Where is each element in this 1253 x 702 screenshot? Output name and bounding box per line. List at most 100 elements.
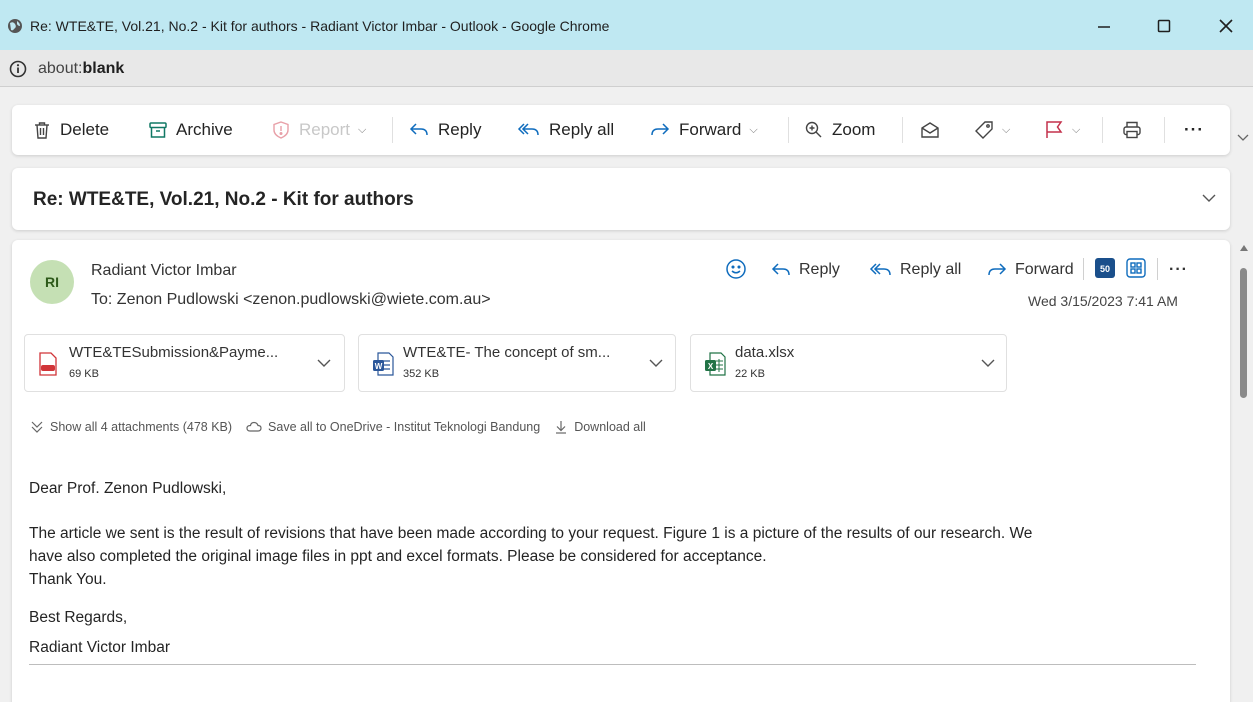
chevron-down-icon[interactable]	[981, 357, 995, 369]
word-file-icon: W	[373, 352, 394, 376]
minimize-icon	[1098, 26, 1110, 28]
forward-icon	[988, 263, 1007, 276]
double-chevron-down-icon	[31, 421, 43, 433]
attachment-name: data.xlsx	[735, 344, 795, 361]
attachment-card[interactable]: W WTE&TE- The concept of sm... 352 KB	[358, 334, 676, 392]
close-button[interactable]	[1212, 13, 1240, 39]
excel-file-icon: X	[705, 352, 726, 376]
recipient-line: To: Zenon Pudlowski <zenon.pudlowski@wie…	[91, 291, 491, 308]
message-reply-all-button[interactable]: Reply all	[869, 258, 961, 282]
reply-all-button[interactable]: Reply all	[517, 105, 614, 155]
avatar[interactable]: RI	[30, 260, 74, 304]
svg-text:X: X	[708, 362, 714, 371]
message-more-button[interactable]: ···	[1169, 258, 1188, 282]
actions-divider	[1157, 258, 1158, 280]
toolbar-divider	[1102, 117, 1103, 143]
reply-icon	[771, 263, 790, 276]
attachment-size: 22 KB	[735, 368, 765, 380]
attachment-size: 69 KB	[69, 368, 99, 380]
email-body-line: have also completed the original image f…	[29, 548, 767, 565]
scroll-up-arrow-icon[interactable]	[1240, 245, 1248, 251]
info-icon[interactable]	[9, 60, 27, 78]
email-subject: Re: WTE&TE, Vol.21, No.2 - Kit for autho…	[33, 189, 414, 210]
zoom-button[interactable]: Zoom	[804, 105, 875, 155]
apps-grid-icon[interactable]	[1125, 257, 1147, 279]
delete-button[interactable]: Delete	[32, 105, 109, 155]
more-actions-button[interactable]: ···	[1184, 105, 1204, 155]
reply-button[interactable]: Reply	[408, 105, 481, 155]
attachment-card[interactable]: WTE&TESubmission&Payme... 69 KB	[24, 334, 345, 392]
chevron-down-icon[interactable]	[1202, 192, 1216, 204]
attachment-actions: Show all 4 attachments (478 KB) Save all…	[30, 418, 660, 436]
message-reply-button[interactable]: Reply	[770, 258, 840, 282]
minimize-button[interactable]	[1090, 13, 1118, 39]
show-all-attachments-link[interactable]: Show all 4 attachments (478 KB)	[30, 420, 232, 434]
chevron-down-icon: ⌵	[1002, 123, 1011, 136]
envelope-open-icon	[921, 122, 939, 138]
toolbar-divider	[392, 117, 393, 143]
window-title: Re: WTE&TE, Vol.21, No.2 - Kit for autho…	[30, 18, 610, 34]
svg-text:50: 50	[1100, 264, 1110, 274]
sender-name[interactable]: Radiant Victor Imbar	[91, 262, 237, 280]
reply-icon	[409, 123, 428, 136]
chevron-down-icon: ⌵	[1072, 123, 1081, 136]
email-regards: Best Regards,	[29, 609, 128, 626]
subject-header: Re: WTE&TE, Vol.21, No.2 - Kit for autho…	[12, 168, 1230, 230]
shield-alert-icon	[273, 121, 289, 139]
report-button[interactable]: Report ⌵	[271, 105, 366, 155]
command-toolbar: Delete Archive Report ⌵ Reply Reply all …	[12, 105, 1230, 155]
address-bar[interactable]: about:blank	[0, 50, 1253, 87]
emoji-icon[interactable]	[725, 258, 747, 280]
pdf-file-icon	[39, 352, 57, 376]
url-text[interactable]: about:blank	[38, 60, 124, 78]
reply-all-icon	[869, 263, 891, 276]
chevron-down-icon[interactable]	[317, 357, 331, 369]
archive-icon	[149, 122, 167, 138]
flag-button[interactable]: ⌵	[1044, 105, 1080, 155]
email-signature: Radiant Victor Imbar	[29, 639, 170, 656]
message-date: Wed 3/15/2023 7:41 AM	[1028, 293, 1178, 309]
actions-divider	[1083, 258, 1084, 280]
mark-read-button[interactable]	[920, 105, 948, 155]
print-button[interactable]	[1122, 105, 1150, 155]
close-icon	[1219, 19, 1233, 33]
maximize-icon	[1157, 19, 1171, 33]
attachment-card[interactable]: X data.xlsx 22 KB	[690, 334, 1007, 392]
attachment-size: 352 KB	[403, 368, 440, 380]
save-to-onedrive-link[interactable]: Save all to OneDrive - Institut Teknolog…	[246, 420, 540, 434]
scrollbar[interactable]	[1236, 240, 1253, 702]
chevron-down-icon[interactable]	[649, 357, 663, 369]
reply-all-icon	[517, 123, 539, 136]
download-all-link[interactable]: Download all	[554, 420, 646, 434]
toolbar-divider	[1164, 117, 1165, 143]
archive-button[interactable]: Archive	[148, 105, 233, 155]
cloud-icon	[246, 421, 262, 432]
trash-icon	[35, 122, 49, 139]
svg-text:W: W	[375, 362, 383, 371]
forward-button[interactable]: Forward ⌵	[649, 105, 758, 155]
attachment-name: WTE&TESubmission&Payme...	[69, 344, 279, 361]
chevron-down-icon[interactable]: ⌵	[749, 124, 757, 137]
toolbar-divider	[788, 117, 789, 143]
window-titlebar: Re: WTE&TE, Vol.21, No.2 - Kit for autho…	[0, 0, 1253, 50]
zoom-icon	[805, 121, 822, 138]
email-greeting: Dear Prof. Zenon Pudlowski,	[29, 480, 227, 497]
email-body-line: The article we sent is the result of rev…	[29, 525, 1033, 542]
addin-app-icon[interactable]: 50	[1094, 257, 1116, 279]
toolbar-divider	[902, 117, 903, 143]
printer-icon	[1123, 121, 1141, 139]
categorize-button[interactable]: ⌵	[974, 105, 1010, 155]
message-card: RI Radiant Victor Imbar To: Zenon Pudlow…	[12, 240, 1230, 702]
download-icon	[556, 421, 567, 434]
maximize-button[interactable]	[1150, 13, 1178, 39]
attachment-name: WTE&TE- The concept of sm...	[403, 344, 611, 361]
email-body-line: Thank You.	[29, 571, 107, 588]
tag-icon	[975, 121, 993, 139]
chevron-down-icon[interactable]	[1237, 133, 1249, 143]
flag-icon	[1046, 121, 1063, 138]
scrollbar-thumb[interactable]	[1240, 268, 1247, 398]
forward-icon	[651, 123, 670, 136]
signature-divider	[29, 664, 1196, 665]
message-forward-button[interactable]: Forward	[986, 258, 1074, 282]
globe-icon	[8, 19, 22, 33]
